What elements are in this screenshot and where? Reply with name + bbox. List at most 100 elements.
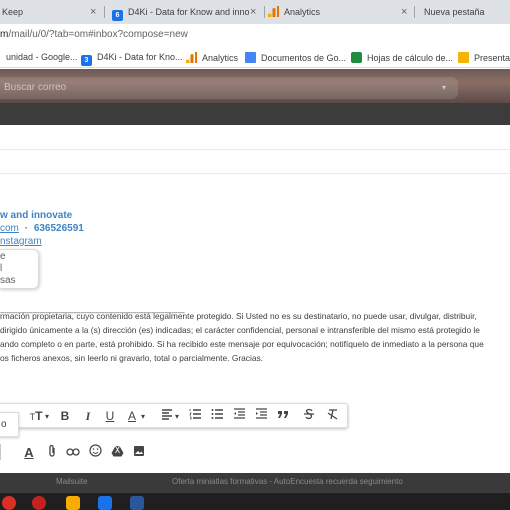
- tab-analytics[interactable]: Analytics ×: [268, 0, 412, 24]
- tab-divider: [264, 6, 265, 18]
- signature-separator: ·: [24, 223, 29, 234]
- signature-email-link[interactable]: com: [0, 223, 19, 234]
- remove-formatting-button[interactable]: [325, 408, 341, 425]
- bookmark-drive[interactable]: unidad - Google...: [6, 52, 78, 62]
- quote-icon: [278, 411, 288, 418]
- signature-card-line: sas: [0, 275, 16, 286]
- indent-more-icon: [256, 408, 267, 419]
- bookmarks-bar: unidad - Google... 3 D4Ki - Data for Kno.…: [0, 48, 510, 68]
- insert-emoji-button[interactable]: [86, 444, 104, 462]
- close-tab-icon[interactable]: ×: [250, 0, 256, 24]
- chevron-down-icon[interactable]: ▾: [173, 408, 181, 425]
- subject-divider: [0, 173, 510, 174]
- insert-link-button[interactable]: [64, 444, 82, 462]
- sheets-icon: [351, 52, 362, 63]
- link-icon: [66, 448, 80, 456]
- recipients-divider: [0, 149, 510, 150]
- formatting-toolbar: TT ▾ B I U A ▾ ▾: [0, 403, 348, 428]
- chevron-down-icon[interactable]: ▾: [43, 408, 51, 425]
- signature-card-line: l: [0, 263, 3, 274]
- analytics-icon: [186, 52, 197, 63]
- tab-divider: [104, 6, 105, 18]
- quote-button[interactable]: [275, 408, 291, 425]
- text-color-button[interactable]: A: [124, 408, 140, 425]
- bookmark-d4ki[interactable]: 3 D4Ki - Data for Kno...: [81, 52, 183, 66]
- search-placeholder: Buscar correo: [4, 82, 67, 93]
- bookmark-label: unidad - Google...: [6, 52, 78, 62]
- signature-instagram-link[interactable]: nstagram: [0, 236, 42, 247]
- search-options-icon[interactable]: ▾: [442, 83, 446, 92]
- formatting-options-button[interactable]: A: [20, 444, 38, 462]
- url-text[interactable]: m/mail/u/0/?tab=om#inbox?compose=new: [0, 29, 188, 40]
- italic-button[interactable]: I: [80, 408, 96, 425]
- underline-button[interactable]: U: [102, 408, 118, 425]
- bookmark-label: Documentos de Go...: [261, 53, 347, 63]
- url-path: /mail/u/0/?tab=om#inbox?compose=new: [8, 29, 188, 40]
- bookmark-label: Analytics: [202, 53, 239, 63]
- strikethrough-icon: [304, 408, 314, 420]
- align-left-icon: [162, 409, 172, 420]
- compose-title-bar: [0, 103, 510, 125]
- drive-icon: [111, 445, 123, 457]
- bookmark-docs[interactable]: Documentos de Go...: [245, 52, 346, 63]
- docs-icon: [245, 52, 256, 63]
- photo-icon: [134, 446, 144, 456]
- insert-photo-button[interactable]: [130, 444, 148, 462]
- disclaimer-line: rmación propietaria, cuyo contenido está…: [0, 311, 477, 321]
- chevron-down-icon[interactable]: ▾: [139, 408, 147, 425]
- disclaimer-line: os ficheros anexos, sin leerlo ni gravar…: [0, 353, 264, 363]
- bookmark-label: D4Ki - Data for Kno...: [97, 52, 183, 62]
- bookmark-slides[interactable]: Presentac: [458, 52, 510, 63]
- disclaimer-line: dirigido únicamente a la (s) dirección (…: [0, 325, 480, 335]
- tab-label: Keep: [2, 7, 24, 17]
- insert-drive-button[interactable]: [108, 444, 126, 462]
- signature-card: e l sas: [0, 249, 39, 289]
- indent-less-icon: [234, 408, 245, 419]
- remove-formatting-icon: [327, 409, 338, 420]
- indent-less-button[interactable]: [231, 408, 247, 425]
- d4ki-favicon-icon: 6: [112, 10, 123, 21]
- bookmark-label: Hojas de cálculo de...: [367, 53, 454, 63]
- bulleted-list-icon: [211, 409, 223, 419]
- formatting-option-popup[interactable]: o: [0, 412, 19, 437]
- tab-d4ki[interactable]: 6 D4Ki - Data for Know and inno ×: [112, 0, 262, 24]
- signature-company: w and innovate: [0, 210, 73, 221]
- indent-more-button[interactable]: [253, 408, 269, 425]
- browser-tab-strip: Keep × 6 D4Ki - Data for Know and inno × …: [0, 0, 510, 24]
- slides-icon: [458, 52, 469, 63]
- tab-divider: [414, 6, 415, 18]
- strikethrough-button[interactable]: [301, 408, 317, 425]
- bookmark-analytics[interactable]: Analytics: [186, 52, 238, 63]
- word-icon[interactable]: [130, 496, 144, 510]
- tab-label: Analytics: [284, 7, 321, 17]
- attach-button[interactable]: [44, 444, 60, 462]
- gmail-header: Buscar correo ▾: [0, 69, 510, 103]
- paperclip-icon: [49, 444, 55, 457]
- compose-actions: A: [0, 440, 510, 468]
- app-icon[interactable]: [2, 496, 16, 510]
- background-inbox-row: Mailsuite Oferta miniatlas formativas - …: [0, 473, 510, 493]
- close-tab-icon[interactable]: ×: [401, 0, 407, 24]
- tab-keep[interactable]: Keep ×: [2, 0, 102, 24]
- address-bar[interactable]: m/mail/u/0/?tab=om#inbox?compose=new: [0, 24, 510, 48]
- d4ki-favicon-icon: 3: [81, 55, 92, 66]
- bold-button[interactable]: B: [57, 408, 73, 425]
- close-tab-icon[interactable]: ×: [90, 0, 96, 24]
- bookmark-sheets[interactable]: Hojas de cálculo de...: [351, 52, 453, 63]
- disclaimer-line: ando completo o en parte, está prohibido…: [0, 339, 484, 349]
- compose-body[interactable]: w and innovate com · 636526591 nstagram …: [0, 125, 510, 473]
- signature-card-line: e: [0, 251, 6, 262]
- emoji-icon: [88, 444, 102, 457]
- outlook-icon[interactable]: [98, 496, 112, 510]
- numbered-list-button[interactable]: [187, 408, 203, 425]
- bulleted-list-button[interactable]: [209, 408, 225, 425]
- background-sender: Mailsuite: [56, 477, 88, 486]
- font-size-icon: T: [35, 409, 43, 423]
- tab-label: D4Ki - Data for Know and inno: [128, 7, 250, 17]
- chrome-icon[interactable]: [32, 496, 46, 510]
- tab-new[interactable]: Nueva pestaña: [424, 0, 510, 24]
- tab-label: Nueva pestaña: [424, 7, 485, 17]
- search-input[interactable]: Buscar correo ▾: [0, 77, 458, 99]
- analytics-icon: [268, 6, 279, 17]
- folder-icon[interactable]: [66, 496, 80, 510]
